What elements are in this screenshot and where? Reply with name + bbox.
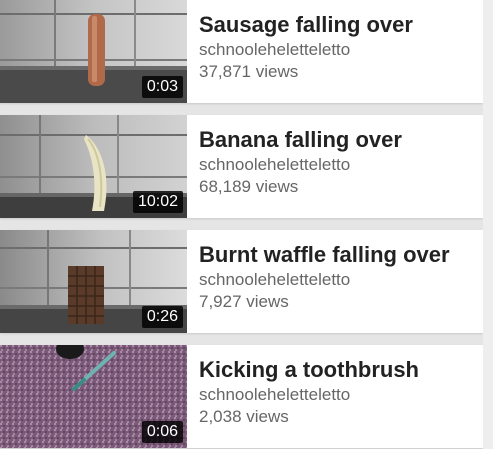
channel-name[interactable]: schnooleheletteletto <box>199 154 477 176</box>
duration-badge: 0:03 <box>141 76 183 98</box>
video-title[interactable]: Banana falling over <box>199 127 477 153</box>
video-meta: Kicking a toothbrush schnoolehelettelett… <box>199 357 477 428</box>
view-count: 37,871 views <box>199 62 299 81</box>
scrollbar-track[interactable] <box>483 0 493 449</box>
duration-badge: 10:02 <box>132 191 183 213</box>
video-meta: Sausage falling over schnoolehelettelett… <box>199 12 477 83</box>
view-count: 7,927 views <box>199 292 289 311</box>
video-item[interactable]: 0:26 Burnt waffle falling over schnooleh… <box>0 230 483 333</box>
video-title[interactable]: Sausage falling over <box>199 12 477 38</box>
video-thumbnail[interactable]: 0:26 <box>0 230 187 333</box>
view-count: 68,189 views <box>199 177 299 196</box>
channel-name[interactable]: schnooleheletteletto <box>199 269 477 291</box>
duration-badge: 0:26 <box>141 306 183 328</box>
duration-badge: 0:06 <box>141 421 183 443</box>
video-title[interactable]: Kicking a toothbrush <box>199 357 477 383</box>
video-item[interactable]: 0:06 Kicking a toothbrush schnoolehelett… <box>0 345 483 448</box>
video-thumbnail[interactable]: 10:02 <box>0 115 187 218</box>
channel-name[interactable]: schnooleheletteletto <box>199 39 477 61</box>
video-meta: Burnt waffle falling over schnoolehelett… <box>199 242 477 313</box>
video-meta: Banana falling over schnooleheletteletto… <box>199 127 477 198</box>
video-thumbnail[interactable]: 0:03 <box>0 0 187 103</box>
video-list: 0:03 Sausage falling over schnoolehelett… <box>0 0 493 449</box>
view-count: 2,038 views <box>199 407 289 426</box>
channel-name[interactable]: schnooleheletteletto <box>199 384 477 406</box>
video-title[interactable]: Burnt waffle falling over <box>199 242 477 268</box>
video-item[interactable]: 0:03 Sausage falling over schnoolehelett… <box>0 0 483 103</box>
video-item[interactable]: 10:02 Banana falling over schnoolehelett… <box>0 115 483 218</box>
video-thumbnail[interactable]: 0:06 <box>0 345 187 448</box>
